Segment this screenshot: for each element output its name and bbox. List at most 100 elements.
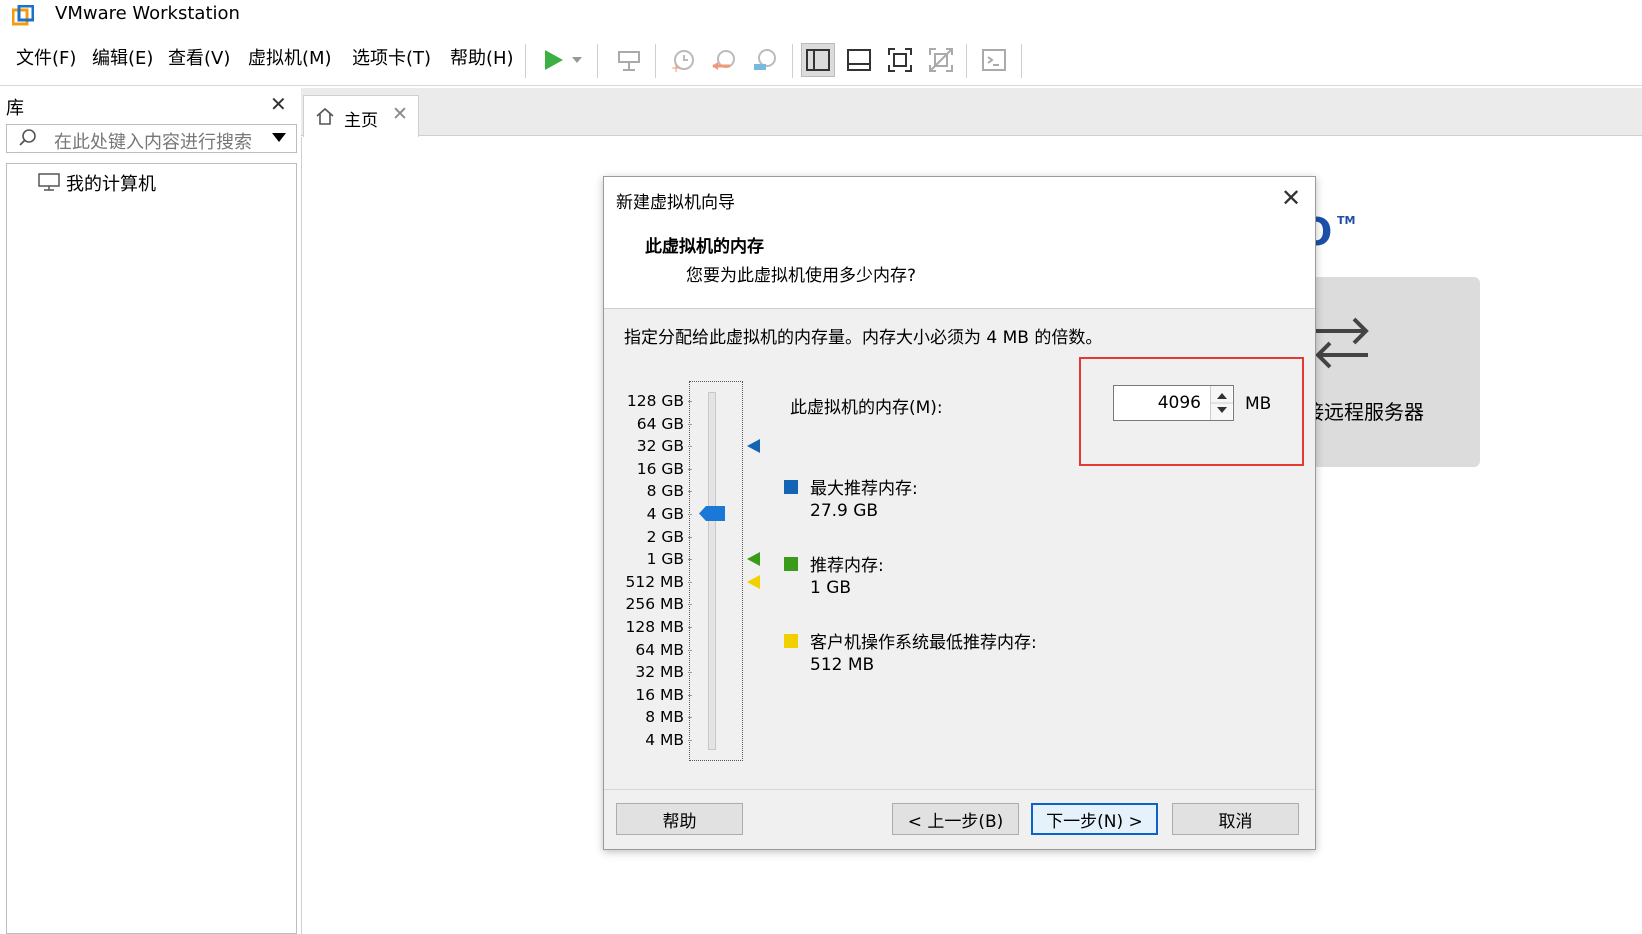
swap-arrows-icon [1315,317,1369,369]
memory-scale-tick: 32 GB [636,437,684,456]
spin-down-icon [1217,407,1227,413]
home-icon [315,106,335,130]
memory-scale-tick-mark [688,423,692,425]
close-icon[interactable]: ✕ [270,92,287,116]
memory-spinner[interactable] [1210,386,1233,420]
memory-scale-tick: 256 MB [625,595,684,614]
memory-scale-tick-mark [688,559,692,561]
dialog-title: 新建虚拟机向导 [616,193,735,213]
snapshot-manager-button[interactable] [748,43,782,77]
memory-scale-tick: 512 MB [625,572,684,591]
vmware-logo-icon [11,4,35,27]
memory-scale-tick-mark [688,627,692,628]
snapshot-manager-icon [754,49,776,70]
memory-slider-track[interactable] [708,392,716,750]
menu-file[interactable]: 文件(F) [16,47,76,71]
menu-view[interactable]: 查看(V) [168,47,230,71]
memory-scale-tick: 4 MB [645,731,684,749]
memory-scale-tick: 128 MB [625,618,684,636]
connect-remote-server-card[interactable] [1290,277,1480,467]
computer-icon [38,172,60,196]
memory-scale-tick-mark [688,740,692,741]
max-recommended-value: 27.9 GB [810,501,879,521]
title-bar [0,0,1642,32]
memory-unit: MB [1245,394,1272,414]
memory-scale-tick-mark [688,401,692,402]
tab-strip [301,88,1642,136]
memory-slider-focus[interactable] [689,381,743,761]
tree-item-my-computer[interactable]: 我的计算机 [66,170,156,196]
memory-scale-tick: 64 GB [636,414,684,433]
recommended-value: 1 GB [810,578,852,598]
memory-label: 此虚拟机的内存(M): [790,398,943,418]
memory-scale-tick: 8 GB [646,482,684,501]
unity-icon [929,48,953,72]
memory-scale-tick-mark [688,581,692,583]
memory-scale-tick-mark [688,649,692,651]
back-button[interactable]: < 上一步(B) [892,803,1019,835]
menu-help[interactable]: 帮助(H) [450,47,514,71]
library-title: 库 [6,98,24,119]
power-dropdown-button[interactable] [568,43,586,77]
memory-scale-tick-mark [688,717,692,719]
recommended-swatch [784,557,798,571]
svg-text:+: + [671,61,681,74]
trademark-mark: TM [1337,214,1356,227]
memory-slider-thumb[interactable] [699,506,725,521]
thumbnail-bar-icon [847,49,871,71]
help-button[interactable]: 帮助 [616,803,743,835]
power-on-button[interactable] [536,43,570,77]
revert-icon [712,50,735,70]
toolbar-separator [1021,44,1022,78]
memory-scale-tick: 32 MB [635,663,684,682]
tab-home-label: 主页 [344,111,378,131]
menu-vm[interactable]: 虚拟机(M) [248,47,332,71]
menu-tabs[interactable]: 选项卡(T) [352,47,431,71]
guest-os-min-label: 客户机操作系统最低推荐内存: [810,633,1037,653]
dialog-description: 指定分配给此虚拟机的内存量。内存大小必须为 4 MB 的倍数。 [624,328,1103,348]
memory-scale-tick: 16 MB [635,685,684,704]
unity-button[interactable] [924,43,958,77]
send-ctrl-alt-del-button[interactable] [612,43,646,77]
memory-scale-tick: 128 GB [626,392,684,410]
memory-scale-tick-mark [688,694,692,696]
memory-scale-tick-mark [688,491,692,493]
snapshot-button[interactable]: + [666,43,700,77]
dialog-footer-separator [604,789,1315,790]
revert-snapshot-button[interactable] [707,43,741,77]
chevron-down-icon [572,57,582,63]
toolbar-separator [792,44,793,78]
console-view-button[interactable] [977,43,1011,77]
next-button[interactable]: 下一步(N) > [1031,803,1158,835]
search-dropdown-icon[interactable] [272,133,286,142]
full-screen-button[interactable] [883,43,917,77]
memory-marker-1 [747,552,760,567]
full-screen-icon [888,48,912,72]
memory-scale-tick: 2 GB [646,527,684,546]
memory-scale-tick: 16 GB [636,459,684,478]
menu-edit[interactable]: 编辑(E) [92,47,153,71]
dialog-heading: 此虚拟机的内存 [645,237,764,257]
toolbar-separator [525,44,526,78]
show-library-button[interactable] [801,43,835,77]
snapshot-icon: + [671,50,694,74]
thumbnail-bar-button[interactable] [842,43,876,77]
max-recommended-label: 最大推荐内存: [810,479,918,499]
memory-marker-0 [747,439,760,454]
tab-close-icon[interactable]: ✕ [392,103,408,125]
spin-up-icon [1217,393,1227,399]
search-placeholder: 在此处键入内容进行搜索 [54,132,252,153]
memory-scale-tick: 8 MB [645,708,684,727]
sidebar-icon [806,49,830,71]
memory-scale-tick: 4 GB [646,505,684,523]
dialog-close-icon[interactable]: ✕ [1281,184,1301,212]
memory-scale-tick-mark [688,672,692,674]
memory-marker-2 [747,574,760,589]
recommended-label: 推荐内存: [810,556,884,576]
library-tree [6,163,297,934]
memory-scale-tick-mark [688,604,692,606]
play-icon [545,50,563,70]
memory-scale-tick-mark [688,536,692,538]
cancel-button[interactable]: 取消 [1172,803,1299,835]
toolbar-separator [597,44,598,78]
